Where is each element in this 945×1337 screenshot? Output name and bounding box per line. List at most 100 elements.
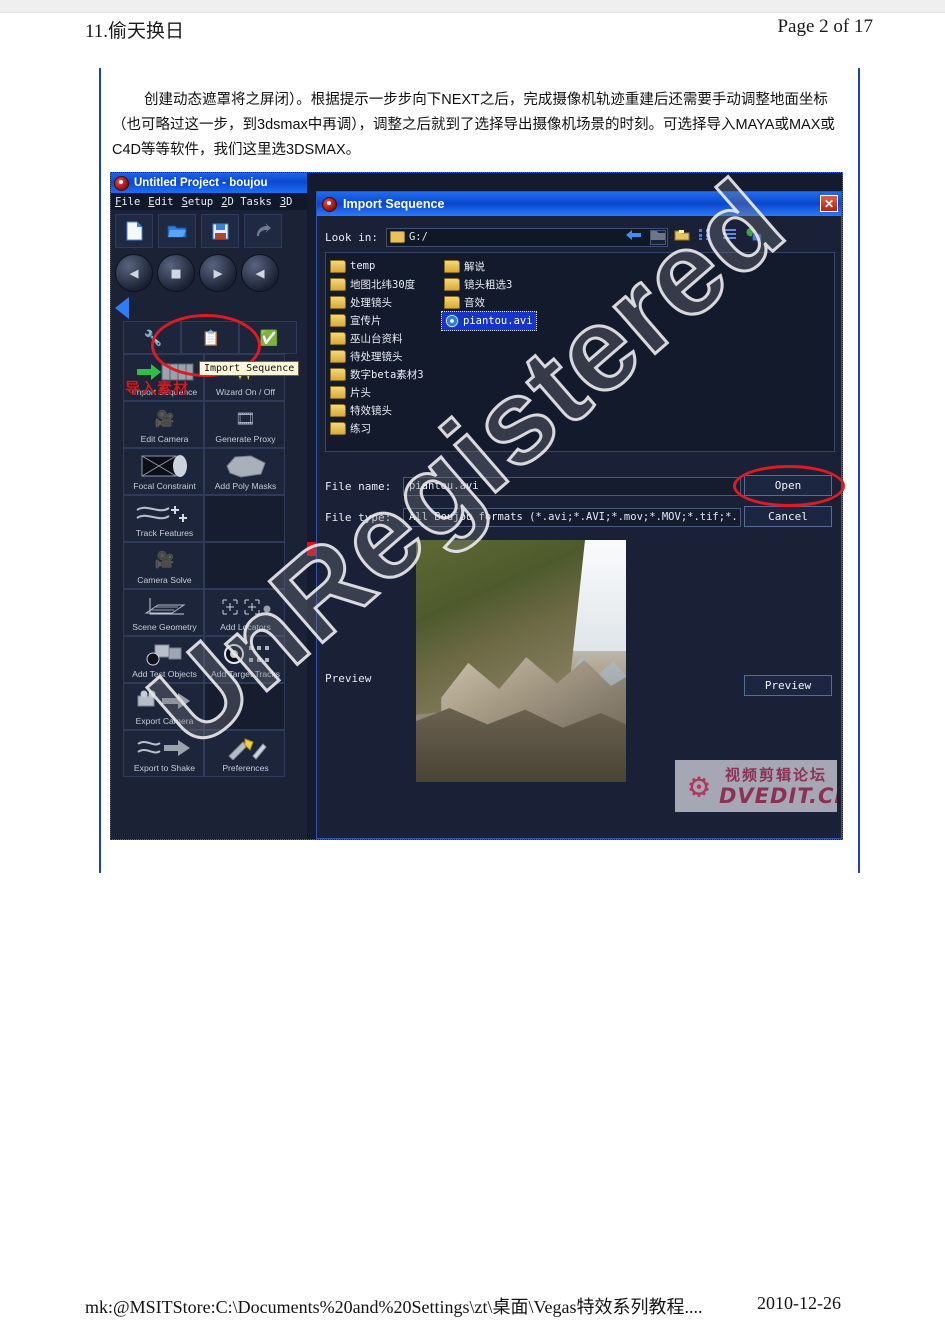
tool-add-poly-masks[interactable]: Add Poly Masks	[204, 448, 285, 495]
folder-icon	[330, 313, 346, 327]
folder-icon	[330, 403, 346, 417]
play-icon[interactable]: ▶	[199, 254, 237, 292]
undo-arrow-icon[interactable]	[244, 214, 282, 248]
tool-settings-icon[interactable]: 🔧	[123, 321, 181, 354]
parent-folder-icon[interactable]	[649, 227, 666, 242]
file-type-value: All Boujou formats (*.avi;*.AVI;*.mov;*.…	[409, 511, 738, 523]
list-item[interactable]: 解说	[444, 257, 537, 275]
panel-collapse-arrow-icon[interactable]	[115, 297, 129, 319]
tool-add-locators[interactable]: Add Locators	[204, 589, 285, 636]
file-browser-list[interactable]: temp 地图北纬30度 处理镜头 宣传片 巫山台资料 待处理镜头 数字beta…	[325, 252, 835, 452]
list-item[interactable]: temp	[330, 257, 424, 275]
list-item-label: piantou.avi	[463, 315, 533, 327]
approve-check-icon: ✅	[259, 328, 279, 347]
step-back-icon[interactable]: ◀	[241, 254, 279, 292]
tool-label-export-to-shake: Export to Shake	[133, 763, 196, 773]
detail-view-icon[interactable]	[721, 227, 738, 242]
file-list-column-1: temp 地图北纬30度 处理镜头 宣传片 巫山台资料 待处理镜头 数字beta…	[330, 257, 424, 437]
list-item[interactable]: 地图北纬30度	[330, 275, 424, 293]
tool-label-track-features: Track Features	[135, 528, 194, 538]
file-type-select[interactable]: All Boujou formats (*.avi;*.AVI;*.mov;*.…	[403, 507, 741, 527]
cancel-button[interactable]: Cancel	[744, 506, 832, 527]
tool-list-icon[interactable]: 📋	[181, 321, 239, 354]
look-in-label: Look in:	[325, 230, 378, 244]
list-item[interactable]: 待处理镜头	[330, 347, 424, 365]
network-places-icon[interactable]	[745, 227, 762, 242]
tool-label-scene-geometry: Scene Geometry	[132, 622, 197, 632]
dialog-toolbar[interactable]	[625, 225, 762, 244]
tool-label-add-test-objects: Add Test Objects	[132, 669, 197, 679]
preferences-icon	[205, 734, 284, 761]
tool-add-test-objects[interactable]: Add Test Objects	[123, 636, 204, 683]
file-name-input[interactable]: piantou.avi	[403, 476, 741, 496]
checklist-icon: 📋	[201, 328, 221, 347]
tool-row-2: 🎥 Edit Camera 🎞 Generate Proxy	[123, 401, 297, 448]
folder-icon	[330, 259, 346, 273]
list-item-label: 处理镜头	[350, 296, 392, 309]
folder-icon	[330, 421, 346, 435]
menu-2d-tasks[interactable]: 2D Tasks	[221, 196, 272, 208]
tool-export-to-shake[interactable]: Export to Shake	[123, 730, 204, 777]
list-item[interactable]: 数字beta素材3	[330, 365, 424, 383]
list-item[interactable]: 处理镜头	[330, 293, 424, 311]
boujou-playback-toolbar[interactable]: ◀ ■ ▶ ◀	[115, 253, 305, 293]
folder-icon	[330, 277, 346, 291]
dialog-titlebar[interactable]: Import Sequence	[317, 192, 841, 216]
close-icon[interactable]: ✕	[820, 195, 838, 212]
menu-edit[interactable]: Edit	[148, 196, 173, 208]
list-item[interactable]: 特效镜头	[330, 401, 424, 419]
tool-focal-constraint[interactable]: Focal Constraint	[123, 448, 204, 495]
tool-add-target-tracks[interactable]: Add Target Tracks	[204, 636, 285, 683]
menu-3d[interactable]: 3D	[280, 196, 293, 208]
camera-solve-icon: 🎥	[154, 550, 175, 569]
export-camera-icon	[124, 687, 203, 714]
tool-empty-3	[204, 683, 285, 730]
list-item[interactable]: 练习	[330, 419, 424, 437]
tool-scene-geometry[interactable]: Scene Geometry	[123, 589, 204, 636]
open-button[interactable]: Open	[744, 475, 832, 496]
footer-source-path: mk:@MSITStore:C:\Documents%20and%20Setti…	[85, 1297, 703, 1317]
look-in-row: Look in: G:/	[325, 225, 835, 249]
list-item[interactable]: 巫山台资料	[330, 329, 424, 347]
list-item[interactable]: 宣传片	[330, 311, 424, 329]
tool-label-add-locators: Add Locators	[220, 622, 271, 632]
file-name-label: File name:	[325, 479, 392, 493]
save-disk-icon[interactable]	[201, 214, 239, 248]
previous-frame-icon[interactable]: ◀	[115, 254, 153, 292]
list-item[interactable]: 音效	[444, 293, 537, 311]
tool-generate-proxy[interactable]: 🎞 Generate Proxy	[204, 401, 285, 448]
new-document-icon[interactable]	[115, 214, 153, 248]
boujou-menubar[interactable]: File Edit Setup 2D Tasks 3D	[111, 193, 307, 210]
list-item-selected[interactable]: piantou.avi	[441, 311, 537, 331]
list-item[interactable]: 镜头粗选3	[444, 275, 537, 293]
back-arrow-icon[interactable]	[625, 227, 642, 242]
tool-preferences[interactable]: Preferences	[204, 730, 285, 777]
boujou-file-toolbar[interactable]	[115, 213, 305, 249]
preview-button[interactable]: Preview	[744, 675, 832, 696]
tool-edit-camera[interactable]: 🎥 Edit Camera	[123, 401, 204, 448]
list-view-icon[interactable]	[697, 227, 714, 242]
list-item-label: 数字beta素材3	[350, 368, 424, 381]
export-to-shake-icon	[124, 734, 203, 761]
tool-track-features[interactable]: Track Features	[123, 495, 204, 542]
tool-row-9: Export to Shake Preferences	[123, 730, 297, 777]
tool-camera-solve[interactable]: 🎥 Camera Solve	[123, 542, 204, 589]
tool-approve-icon[interactable]: ✅	[239, 321, 297, 354]
forum-watermark-badge: ⚙ 视频剪辑论坛 DVEDIT.CN	[675, 760, 837, 812]
menu-file[interactable]: File	[115, 196, 140, 208]
tool-row-3: Focal Constraint Add Poly Masks	[123, 448, 297, 495]
body-paragraph-2: （也可略过这一步，到3dsmax中再调），调整之后就到了选择导出摄像机场景的时刻…	[112, 117, 835, 133]
tool-row-4: Track Features	[123, 495, 297, 542]
tool-row-7: Add Test Objects Add Target Tracks	[123, 636, 297, 683]
gear-icon: ⚙	[688, 766, 710, 806]
new-folder-icon[interactable]	[673, 227, 690, 242]
menu-setup[interactable]: Setup	[182, 196, 214, 208]
boujou-titlebar[interactable]: Untitled Project - boujou	[111, 173, 307, 193]
stop-icon[interactable]: ■	[157, 254, 195, 292]
forum-watermark-cn: 视频剪辑论坛	[725, 767, 828, 784]
folder-icon	[444, 295, 460, 309]
list-item[interactable]: 片头	[330, 383, 424, 401]
tool-export-camera[interactable]: Export Camera	[123, 683, 204, 730]
file-type-label: File type:	[325, 510, 392, 524]
open-folder-icon[interactable]	[158, 214, 196, 248]
